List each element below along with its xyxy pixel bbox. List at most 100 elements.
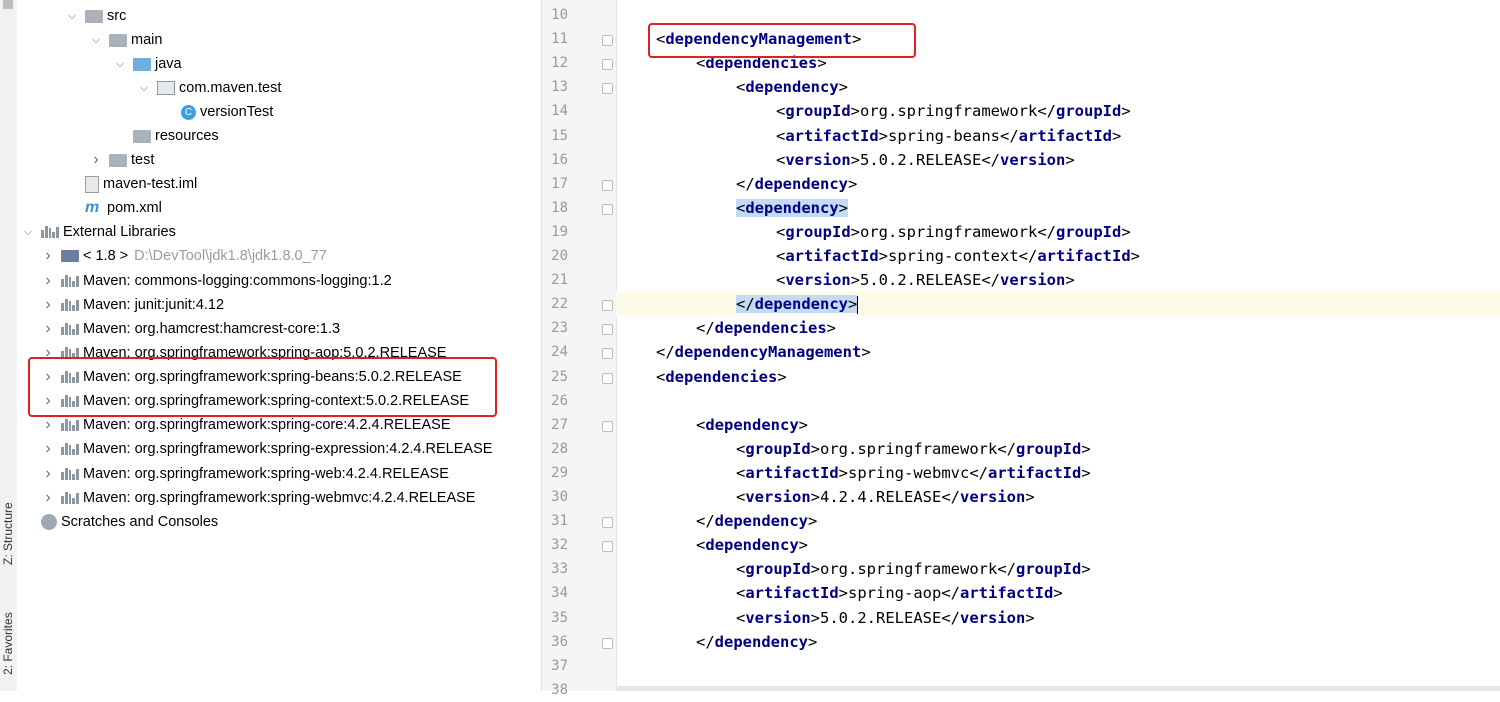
line-number: 31 — [551, 513, 568, 529]
chevron-right-icon[interactable]: › — [89, 148, 103, 172]
tree-node-label: versionTest — [200, 104, 274, 120]
chevron-down-icon[interactable]: ⌵ — [65, 4, 79, 28]
code-line: <groupId>org.springframework</groupId> — [736, 560, 1091, 578]
code-line: <dependency> — [736, 78, 849, 96]
tree-node[interactable]: › < 1.8 > D:\DevTool\jdk1.8\jdk1.8.0_77 — [41, 244, 326, 268]
tree-node[interactable]: resources — [113, 124, 219, 148]
editor-horizontal-scrollbar[interactable] — [616, 686, 1500, 691]
fold-marker-icon[interactable] — [602, 204, 613, 215]
chevron-right-icon[interactable]: › — [41, 317, 55, 341]
code-line: <artifactId>spring-aop</artifactId> — [736, 584, 1063, 602]
line-number: 28 — [551, 441, 568, 457]
library-icon — [61, 443, 79, 455]
tree-node[interactable]: ⌵ main — [89, 28, 163, 52]
fold-marker-icon[interactable] — [602, 35, 613, 46]
tree-node-label: Maven: org.springframework:spring-web:4.… — [83, 466, 449, 482]
line-number: 37 — [551, 658, 568, 674]
code-line: </dependency> — [696, 512, 818, 530]
libraries-icon — [41, 226, 59, 238]
line-number: 35 — [551, 610, 568, 626]
code-line: <artifactId>spring-beans</artifactId> — [776, 127, 1122, 145]
line-number: 17 — [551, 176, 568, 192]
line-number: 24 — [551, 344, 568, 360]
code-line: <artifactId>spring-webmvc</artifactId> — [736, 464, 1091, 482]
code-line: </dependencyManagement> — [656, 343, 871, 361]
tree-node[interactable]: › Maven: commons-logging:commons-logging:… — [41, 269, 391, 293]
code-line: </dependency> — [736, 175, 858, 193]
chevron-down-icon[interactable]: ⌵ — [113, 52, 127, 76]
tree-node[interactable]: › Maven: junit:junit:4.12 — [41, 293, 224, 317]
tree-node[interactable]: ⌵ External Libraries — [21, 220, 176, 244]
tree-node[interactable]: › Maven: org.hamcrest:hamcrest-core:1.3 — [41, 317, 340, 341]
fold-marker-icon[interactable] — [602, 638, 613, 649]
tree-node-label: < 1.8 > — [83, 248, 129, 264]
tree-node-label: maven-test.iml — [103, 176, 198, 192]
chevron-down-icon[interactable]: ⌵ — [21, 220, 35, 244]
code-line: <version>5.0.2.RELEASE</version> — [776, 271, 1075, 289]
code-line: <dependency> — [696, 536, 809, 554]
editor-gutter: 10 11 12 13 14 15 16 17 18 19 20 21 22 23 24 25 26 27 28 29… — [541, 0, 617, 698]
code-line: <groupId>org.springframework</groupId> — [776, 102, 1131, 120]
tree-node-label: Maven: org.springframework:spring-webmvc… — [83, 490, 476, 506]
line-number: 38 — [551, 682, 568, 698]
tree-node[interactable]: ⌵ src — [65, 4, 127, 28]
fold-marker-icon[interactable] — [602, 324, 613, 335]
chevron-down-icon[interactable]: ⌵ — [89, 28, 103, 52]
library-icon — [61, 299, 79, 311]
tree-node[interactable]: ⌵ java — [113, 52, 182, 76]
tree-node[interactable]: m pom.xml — [65, 196, 162, 220]
line-number: 14 — [551, 103, 568, 119]
chevron-down-icon[interactable]: ⌵ — [137, 76, 151, 100]
fold-marker-icon[interactable] — [602, 300, 613, 311]
code-editor[interactable]: 10 11 12 13 14 15 16 17 18 19 20 21 22 23 24 25 26 27 28 29… — [541, 0, 1500, 698]
tree-node[interactable]: › Maven: org.springframework:spring-web:4… — [41, 462, 449, 486]
code-line: <dependency> — [696, 416, 809, 434]
folder-icon — [109, 33, 127, 47]
chevron-right-icon[interactable]: › — [41, 269, 55, 293]
tree-node[interactable]: Scratches and Consoles — [21, 510, 218, 534]
text-caret — [857, 295, 859, 314]
line-number: 19 — [551, 224, 568, 240]
chevron-right-icon[interactable]: › — [41, 462, 55, 486]
fold-marker-icon[interactable] — [602, 59, 613, 70]
fold-marker-icon[interactable] — [602, 421, 613, 432]
tree-node[interactable]: › test — [89, 148, 154, 172]
fold-marker-icon[interactable] — [602, 373, 613, 384]
chevron-right-icon[interactable]: › — [41, 293, 55, 317]
line-number: 21 — [551, 272, 568, 288]
structure-tab[interactable]: Z: Structure — [1, 502, 15, 565]
fold-marker-icon[interactable] — [602, 83, 613, 94]
library-icon — [61, 468, 79, 480]
package-icon — [157, 81, 175, 95]
tree-node-label: Maven: org.hamcrest:hamcrest-core:1.3 — [83, 321, 341, 337]
tree-node[interactable]: CversionTest — [161, 100, 273, 124]
tree-node-label: com.maven.test — [179, 80, 282, 96]
tree-node-label: pom.xml — [107, 200, 162, 216]
tree-node[interactable]: › Maven: org.springframework:spring-webmv… — [41, 486, 475, 510]
code-line: </dependencies> — [696, 319, 836, 337]
fold-marker-icon[interactable] — [602, 348, 613, 359]
chevron-right-icon[interactable]: › — [41, 437, 55, 461]
folder-icon — [85, 9, 103, 23]
tree-node-label: Scratches and Consoles — [61, 514, 219, 530]
tree-node[interactable]: › Maven: org.springframework:spring-expre… — [41, 437, 492, 461]
favorites-tab[interactable]: 2: Favorites — [1, 612, 15, 675]
fold-marker-icon[interactable] — [602, 517, 613, 528]
line-number: 22 — [551, 296, 568, 312]
fold-marker-icon[interactable] — [602, 541, 613, 552]
chevron-right-icon[interactable]: › — [41, 486, 55, 510]
fold-marker-icon[interactable] — [602, 180, 613, 191]
code-line: <dependencies> — [656, 368, 787, 386]
chevron-right-icon[interactable]: › — [41, 244, 55, 268]
tree-node[interactable]: maven-test.iml — [65, 172, 197, 196]
line-number: 32 — [551, 537, 568, 553]
code-line: <groupId>org.springframework</groupId> — [776, 223, 1131, 241]
tree-node-label: main — [131, 32, 163, 48]
line-number: 30 — [551, 489, 568, 505]
library-icon — [61, 323, 79, 335]
line-number: 33 — [551, 561, 568, 577]
project-tab-marker[interactable] — [3, 0, 13, 9]
library-icon — [61, 419, 79, 431]
tree-node[interactable]: ⌵ com.maven.test — [137, 76, 282, 100]
resources-folder-icon — [133, 129, 151, 143]
